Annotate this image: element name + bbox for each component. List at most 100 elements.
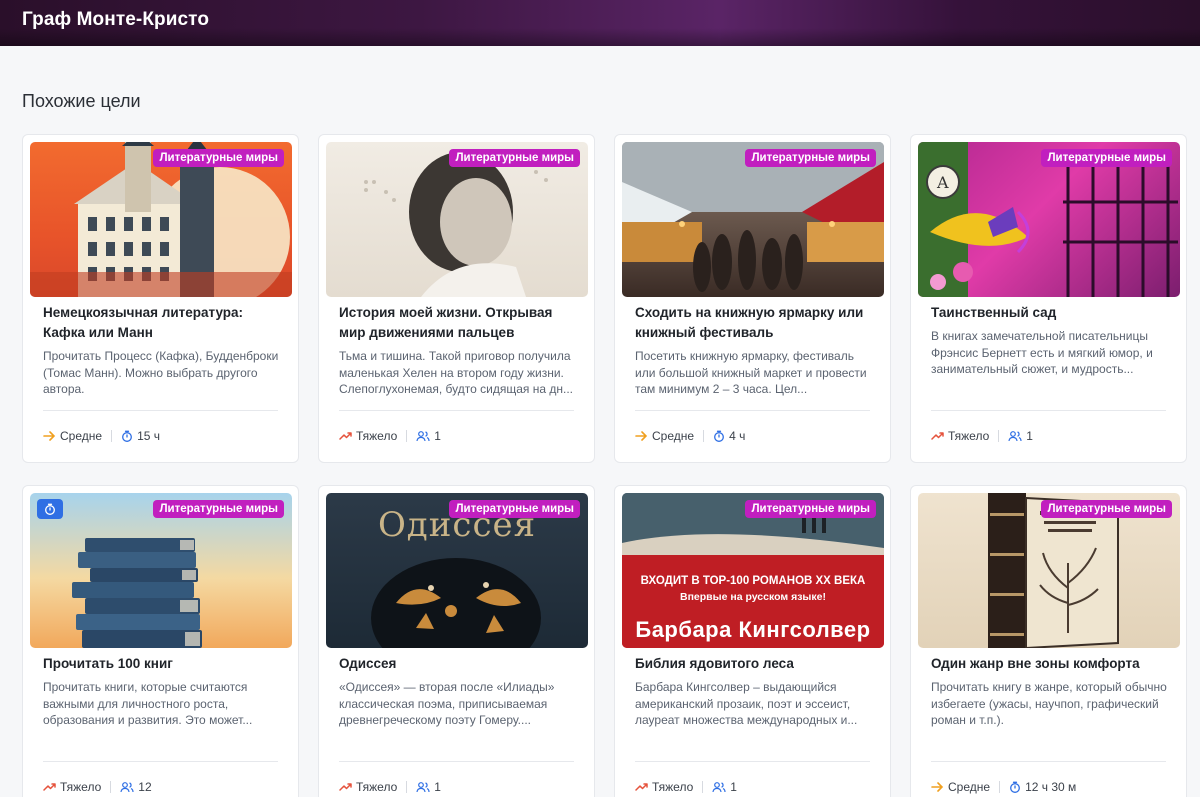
card-image: Литературные миры — [326, 142, 588, 297]
goal-card[interactable]: ВХОДИТ В ТОР-100 РОМАНОВ XX ВЕКА Впервые… — [614, 485, 891, 797]
goal-card[interactable]: Литературные миры Прочитать 100 книг Про… — [22, 485, 299, 797]
users-icon — [120, 781, 134, 793]
difficulty-label: Средне — [652, 429, 695, 443]
category-badge: Литературные миры — [745, 500, 876, 518]
card-meta: Тяжело 1 — [339, 780, 441, 794]
difficulty-label: Тяжело — [356, 780, 398, 794]
goal-card[interactable]: A Литературные миры Таинственный сад В к… — [910, 134, 1187, 463]
stat-value: 1 — [434, 780, 441, 794]
card-divider — [339, 761, 574, 762]
goal-card[interactable]: Литературные миры Немецкоязычная литерат… — [22, 134, 299, 463]
meta-separator — [998, 430, 1000, 442]
cover-author: Барбара Кингсолвер — [635, 617, 871, 642]
card-title: Сходить на книжную ярмарку или книжный ф… — [635, 305, 864, 340]
card-meta: Тяжело 1 — [931, 429, 1033, 443]
card-title: Немецкоязычная литература: Кафка или Ман… — [43, 305, 244, 340]
meta-separator — [703, 430, 705, 442]
meta-separator — [702, 781, 704, 793]
card-title: Прочитать 100 книг — [43, 656, 173, 671]
users-icon — [1008, 430, 1022, 442]
trend-up-icon — [339, 782, 352, 792]
timer-icon — [121, 430, 133, 442]
card-image: ВХОДИТ В ТОР-100 РОМАНОВ XX ВЕКА Впервые… — [622, 493, 884, 648]
card-description: «Одиссея» — вторая после «Илиады» класси… — [339, 680, 555, 727]
card-title: История моей жизни. Открывая мир движени… — [339, 305, 553, 340]
difficulty-label: Тяжело — [356, 429, 398, 443]
card-divider — [635, 761, 870, 762]
users-icon — [416, 430, 430, 442]
section-title: Похожие цели — [22, 91, 141, 111]
card-divider — [931, 410, 1166, 411]
card-meta: Тяжело 1 — [339, 429, 441, 443]
difficulty-label: Тяжело — [948, 429, 990, 443]
card-description: Тьма и тишина. Такой приговор получила м… — [339, 349, 573, 396]
category-badge: Литературные миры — [745, 149, 876, 167]
trend-up-icon — [635, 782, 648, 792]
goal-card[interactable]: Литературные миры Один жанр вне зоны ком… — [910, 485, 1187, 797]
stat-value: 12 ч 30 м — [1025, 780, 1077, 794]
card-meta: Средне 12 ч 30 м — [931, 780, 1076, 794]
card-image: Литературные миры — [918, 493, 1180, 648]
card-title: Таинственный сад — [931, 305, 1057, 320]
difficulty-label: Средне — [60, 429, 103, 443]
category-badge: Литературные миры — [1041, 500, 1172, 518]
card-meta: Тяжело 1 — [635, 780, 737, 794]
category-badge: Литературные миры — [153, 500, 284, 518]
category-badge: Литературные миры — [449, 500, 580, 518]
card-description: Прочитать Процесс (Кафка), Будденброки (… — [43, 349, 279, 396]
goals-grid: Литературные миры Немецкоязычная литерат… — [22, 134, 1187, 797]
goal-card[interactable]: Литературные миры История моей жизни. От… — [318, 134, 595, 463]
trend-up-icon — [43, 782, 56, 792]
cover-line-1: ВХОДИТ В ТОР-100 РОМАНОВ XX ВЕКА — [640, 575, 866, 587]
timer-badge — [37, 499, 63, 519]
meta-separator — [406, 430, 408, 442]
card-divider — [931, 761, 1166, 762]
card-title: Библия ядовитого леса — [635, 656, 794, 671]
difficulty-label: Средне — [948, 780, 991, 794]
card-image: Литературные миры — [30, 493, 292, 648]
card-description: Прочитать книги, которые считаются важны… — [43, 680, 253, 727]
card-description: Прочитать книгу в жанре, который обычно … — [931, 680, 1167, 727]
arrow-right-icon — [635, 431, 648, 441]
card-meta: Средне 4 ч — [635, 429, 745, 443]
timer-icon — [713, 430, 725, 442]
page-title: Граф Монте-Кристо — [22, 9, 210, 30]
category-badge: Литературные миры — [153, 149, 284, 167]
card-divider — [43, 761, 278, 762]
card-description: В книгах замечательной писательницы Фрэн… — [931, 329, 1153, 376]
stat-value: 1 — [434, 429, 441, 443]
card-description: Барбара Кингсолвер – выдающийся американ… — [635, 680, 858, 727]
meta-separator — [110, 781, 112, 793]
arrow-right-icon — [43, 431, 56, 441]
card-image: Литературные миры — [30, 142, 292, 297]
card-meta: Средне 15 ч — [43, 429, 160, 443]
top-banner: Граф Монте-Кристо — [0, 0, 1200, 46]
trend-up-icon — [339, 431, 352, 441]
card-image: A Литературные миры — [918, 142, 1180, 297]
stat-value: 1 — [1026, 429, 1033, 443]
card-divider — [339, 410, 574, 411]
trend-up-icon — [931, 431, 944, 441]
card-title: Один жанр вне зоны комфорта — [931, 656, 1140, 671]
stat-value: 1 — [730, 780, 737, 794]
goal-card[interactable]: Одиссея Литературные миры Одиссея «Одисс… — [318, 485, 595, 797]
meta-separator — [406, 781, 408, 793]
difficulty-label: Тяжело — [652, 780, 694, 794]
stat-value: 12 — [138, 780, 152, 794]
stat-value: 4 ч — [729, 429, 746, 443]
meta-separator — [111, 430, 113, 442]
card-image: Одиссея Литературные миры — [326, 493, 588, 648]
meta-separator — [999, 781, 1001, 793]
timer-icon — [1009, 781, 1021, 793]
category-badge: Литературные миры — [449, 149, 580, 167]
users-icon — [416, 781, 430, 793]
category-badge: Литературные миры — [1041, 149, 1172, 167]
cover-line-2: Впервые на русском языке! — [680, 591, 826, 603]
card-image: Литературные миры — [622, 142, 884, 297]
arrow-right-icon — [931, 782, 944, 792]
svg-text:A: A — [936, 173, 949, 192]
card-divider — [43, 410, 278, 411]
goal-card[interactable]: Литературные миры Сходить на книжную ярм… — [614, 134, 891, 463]
timer-icon — [45, 503, 55, 515]
users-icon — [712, 781, 726, 793]
